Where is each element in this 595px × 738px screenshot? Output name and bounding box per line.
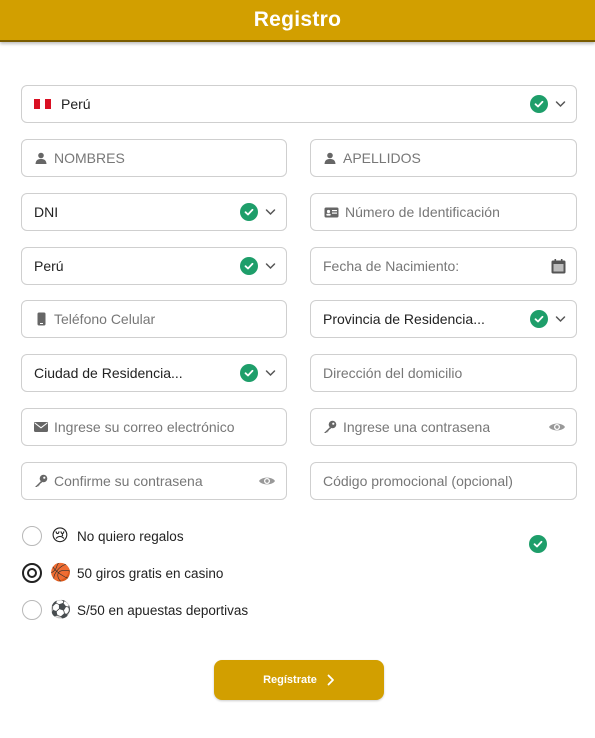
doc-type-value: DNI: [34, 204, 59, 220]
calendar-icon[interactable]: [551, 258, 566, 274]
chevron-down-icon: [264, 260, 276, 272]
key-icon: [323, 420, 337, 434]
bonus-option-casino-spins[interactable]: 🏀 50 giros gratis en casino: [22, 563, 223, 583]
bonus-option-label: S/50 en apuestas deportivas: [77, 602, 249, 618]
nationality-select[interactable]: Perú: [21, 247, 287, 285]
register-button[interactable]: Regístrate: [214, 660, 384, 700]
email-placeholder: Ingrese su correo electrónico: [54, 419, 235, 435]
nombres-input[interactable]: NOMBRES: [21, 139, 287, 177]
soccer-ball-icon: ⚽: [50, 600, 72, 619]
chevron-right-icon: [327, 674, 335, 686]
page-title: Registro: [253, 8, 342, 31]
bonus-option-no-gifts[interactable]: 😢 No quiero regalos: [22, 526, 184, 546]
radio-button[interactable]: [22, 600, 42, 620]
check-circle-icon: [240, 257, 258, 275]
apellidos-input[interactable]: APELLIDOS: [310, 139, 577, 177]
province-value: Provincia de Residencia...: [323, 311, 485, 327]
key-icon: [34, 474, 48, 488]
doc-number-input[interactable]: Número de Identificación: [310, 193, 577, 231]
birth-date-input[interactable]: Fecha de Nacimiento:: [310, 247, 577, 285]
phone-icon: [34, 312, 48, 326]
user-icon: [323, 151, 337, 165]
promo-code-input[interactable]: Código promocional (opcional): [310, 462, 577, 500]
id-card-icon: [323, 205, 339, 219]
radio-button[interactable]: [22, 526, 42, 546]
nationality-value: Perú: [34, 258, 64, 274]
apellidos-placeholder: APELLIDOS: [343, 150, 421, 166]
address-placeholder: Dirección del domicilio: [323, 365, 463, 381]
header-bar: Registro: [0, 0, 595, 42]
password-placeholder: Ingrese una contrasena: [343, 419, 491, 435]
bonus-option-label: No quiero regalos: [77, 528, 184, 544]
radio-button-selected[interactable]: [22, 563, 42, 583]
province-select[interactable]: Provincia de Residencia...: [310, 300, 577, 338]
chevron-down-icon: [554, 98, 566, 110]
bonus-option-sports-bets[interactable]: ⚽ S/50 en apuestas deportivas: [22, 600, 248, 620]
eye-icon[interactable]: [548, 421, 566, 433]
confirm-password-placeholder: Confirme su contrasena: [54, 473, 203, 489]
nombres-placeholder: NOMBRES: [54, 150, 125, 166]
doc-type-select[interactable]: DNI: [21, 193, 287, 231]
phone-placeholder: Teléfono Celular: [54, 311, 156, 327]
crying-face-icon: 😢: [51, 526, 69, 545]
user-icon: [34, 151, 48, 165]
email-input[interactable]: Ingrese su correo electrónico: [21, 408, 287, 446]
register-button-label: Regístrate: [263, 674, 317, 686]
phone-input[interactable]: Teléfono Celular: [21, 300, 287, 338]
doc-number-placeholder: Número de Identificación: [345, 204, 500, 220]
city-select[interactable]: Ciudad de Residencia...: [21, 354, 287, 392]
basketball-icon: 🏀: [50, 563, 72, 582]
eye-icon[interactable]: [258, 475, 276, 487]
city-value: Ciudad de Residencia...: [34, 365, 183, 381]
country-select-value: Perú: [61, 96, 91, 112]
envelope-icon: [34, 420, 48, 434]
check-circle-icon: [240, 203, 258, 221]
check-circle-icon: [530, 95, 548, 113]
country-select[interactable]: Perú: [21, 85, 577, 123]
bonus-option-label: 50 giros gratis en casino: [77, 565, 224, 581]
promo-code-placeholder: Código promocional (opcional): [323, 473, 513, 489]
check-circle-icon: [240, 364, 258, 382]
chevron-down-icon: [264, 367, 276, 379]
confirm-password-input[interactable]: Confirme su contrasena: [21, 462, 287, 500]
check-circle-icon: [529, 535, 547, 553]
chevron-down-icon: [554, 313, 566, 325]
address-input[interactable]: Dirección del domicilio: [310, 354, 577, 392]
password-input[interactable]: Ingrese una contrasena: [310, 408, 577, 446]
chevron-down-icon: [264, 206, 276, 218]
check-circle-icon: [530, 310, 548, 328]
birth-date-placeholder: Fecha de Nacimiento:: [323, 258, 460, 274]
peru-flag-icon: [34, 99, 52, 109]
